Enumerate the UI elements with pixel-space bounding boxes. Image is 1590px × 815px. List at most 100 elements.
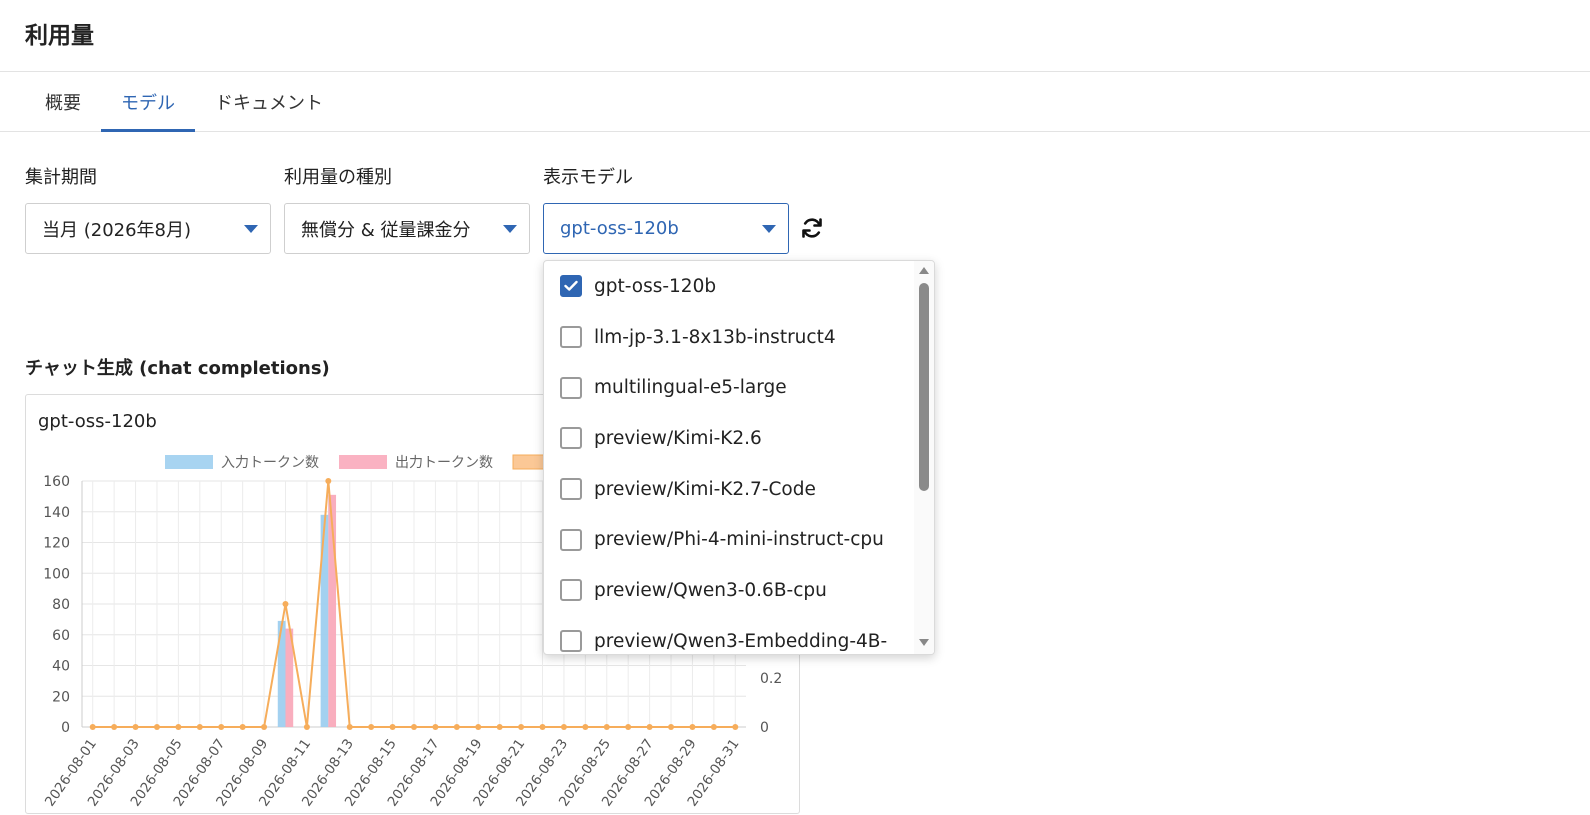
model-option-label: multilingual-e5-large — [594, 377, 787, 399]
model-option[interactable]: gpt-oss-120b — [544, 261, 934, 312]
y-tick-label: 120 — [43, 536, 70, 552]
line-point — [368, 724, 375, 730]
legend-swatch — [165, 455, 213, 469]
line-point — [668, 724, 675, 730]
model-option-label: llm-jp-3.1-8x13b-instruct4 — [594, 326, 836, 348]
line-point — [603, 724, 610, 730]
line-point — [496, 724, 503, 730]
scroll-thumb[interactable] — [919, 283, 929, 491]
y-tick-label: 80 — [52, 597, 70, 613]
legend-label: 入力トークン数 — [221, 455, 319, 471]
checkbox-icon[interactable] — [560, 326, 582, 349]
model-option-label: preview/Qwen3-Embedding-4B- — [594, 630, 888, 652]
model-option[interactable]: preview/Qwen3-Embedding-4B- — [544, 616, 934, 654]
line-point — [560, 724, 567, 730]
line-point — [282, 601, 289, 607]
refresh-button[interactable] — [800, 214, 824, 242]
line-point — [132, 724, 139, 730]
y-tick-label: 140 — [43, 505, 70, 521]
checkbox-icon[interactable] — [560, 376, 582, 399]
usage-type-select[interactable]: 無償分 & 従量課金分 — [284, 203, 530, 254]
chevron-down-icon — [244, 224, 258, 233]
line-point — [175, 724, 182, 730]
line-point — [89, 724, 96, 730]
line-point — [625, 724, 632, 730]
chevron-down-icon — [762, 224, 776, 233]
line-point — [218, 724, 225, 730]
checkbox-checked-icon[interactable] — [560, 275, 582, 298]
refresh-icon — [802, 218, 822, 238]
model-select[interactable]: gpt-oss-120b — [543, 203, 789, 254]
model-option-label: preview/Phi-4-mini-instruct-cpu — [594, 529, 884, 551]
line-point — [153, 724, 160, 730]
line-point — [411, 724, 417, 730]
section-title: チャット生成 (chat completions) — [25, 358, 330, 379]
period-value: 当月 (2026年8月) — [42, 219, 192, 241]
model-option[interactable]: preview/Phi-4-mini-instruct-cpu — [544, 514, 934, 565]
checkbox-icon[interactable] — [560, 579, 582, 602]
model-filter: 表示モデル gpt-oss-120b — [543, 165, 789, 254]
model-option[interactable]: multilingual-e5-large — [544, 362, 934, 413]
period-filter: 集計期間 当月 (2026年8月) — [25, 165, 271, 254]
line-point — [111, 724, 118, 730]
model-option-label: preview/Kimi-K2.6 — [594, 427, 762, 449]
usage-type-label: 利用量の種別 — [284, 167, 392, 188]
tab-bar: 概要 モデル ドキュメント — [0, 72, 1590, 132]
model-label: 表示モデル — [543, 167, 633, 188]
line-point — [261, 724, 268, 730]
filter-bar: 集計期間 当月 (2026年8月) 利用量の種別 無償分 & 従量課金分 表示モ… — [25, 165, 789, 254]
line-point — [389, 724, 396, 730]
line-point — [710, 724, 717, 730]
model-option[interactable]: llm-jp-3.1-8x13b-instruct4 — [544, 312, 934, 363]
model-option-label: gpt-oss-120b — [594, 275, 717, 297]
usage-type-filter: 利用量の種別 無償分 & 従量課金分 — [284, 165, 530, 254]
model-option[interactable]: preview/Qwen3-0.6B-cpu — [544, 565, 934, 616]
page-title: 利用量 — [25, 23, 94, 49]
y-right-tick-label: 0 — [760, 720, 769, 736]
line-point — [539, 724, 546, 730]
model-option[interactable]: preview/Kimi-K2.7-Code — [544, 464, 934, 515]
usage-type-value: 無償分 & 従量課金分 — [301, 219, 471, 241]
model-option[interactable]: preview/Kimi-K2.6 — [544, 413, 934, 464]
line-point — [196, 724, 203, 730]
checkbox-icon[interactable] — [560, 528, 582, 551]
tab-overview[interactable]: 概要 — [25, 73, 101, 131]
checkbox-icon[interactable] — [560, 630, 582, 653]
scroll-down-icon[interactable] — [919, 639, 929, 646]
scrollbar[interactable] — [914, 261, 934, 654]
check-icon — [564, 281, 578, 292]
line-point — [346, 724, 353, 730]
model-value: gpt-oss-120b — [560, 218, 679, 239]
y-tick-label: 60 — [52, 628, 70, 644]
model-option-label: preview/Qwen3-0.6B-cpu — [594, 579, 827, 601]
line-point — [518, 724, 525, 730]
checkbox-icon[interactable] — [560, 478, 582, 501]
y-tick-label: 160 — [43, 474, 70, 490]
model-option-label: preview/Kimi-K2.7-Code — [594, 478, 816, 500]
line-point — [689, 724, 696, 730]
y-tick-label: 40 — [52, 659, 70, 675]
tab-model[interactable]: モデル — [101, 73, 195, 132]
line-point — [303, 724, 310, 730]
y-tick-label: 0 — [61, 720, 70, 736]
page-header: 利用量 — [0, 0, 1590, 72]
line-point — [582, 724, 589, 730]
scroll-up-icon[interactable] — [919, 267, 929, 274]
legend-swatch — [339, 455, 387, 469]
model-option-list: gpt-oss-120b llm-jp-3.1-8x13b-instruct4 mu… — [544, 261, 934, 654]
line-point — [325, 478, 332, 484]
checkbox-icon[interactable] — [560, 427, 582, 450]
line-point — [239, 724, 246, 730]
line-point — [732, 724, 739, 730]
y-tick-label: 20 — [52, 689, 70, 705]
line-point — [432, 724, 439, 730]
period-select[interactable]: 当月 (2026年8月) — [25, 203, 271, 254]
line-point — [475, 724, 482, 730]
chevron-down-icon — [503, 224, 517, 233]
line-point — [646, 724, 653, 730]
line-point — [453, 724, 460, 730]
model-dropdown: gpt-oss-120b llm-jp-3.1-8x13b-instruct4 mu… — [543, 260, 935, 655]
y-tick-label: 100 — [43, 566, 70, 582]
tab-document[interactable]: ドキュメント — [195, 73, 343, 131]
y-right-tick-label: 0.2 — [760, 671, 782, 687]
